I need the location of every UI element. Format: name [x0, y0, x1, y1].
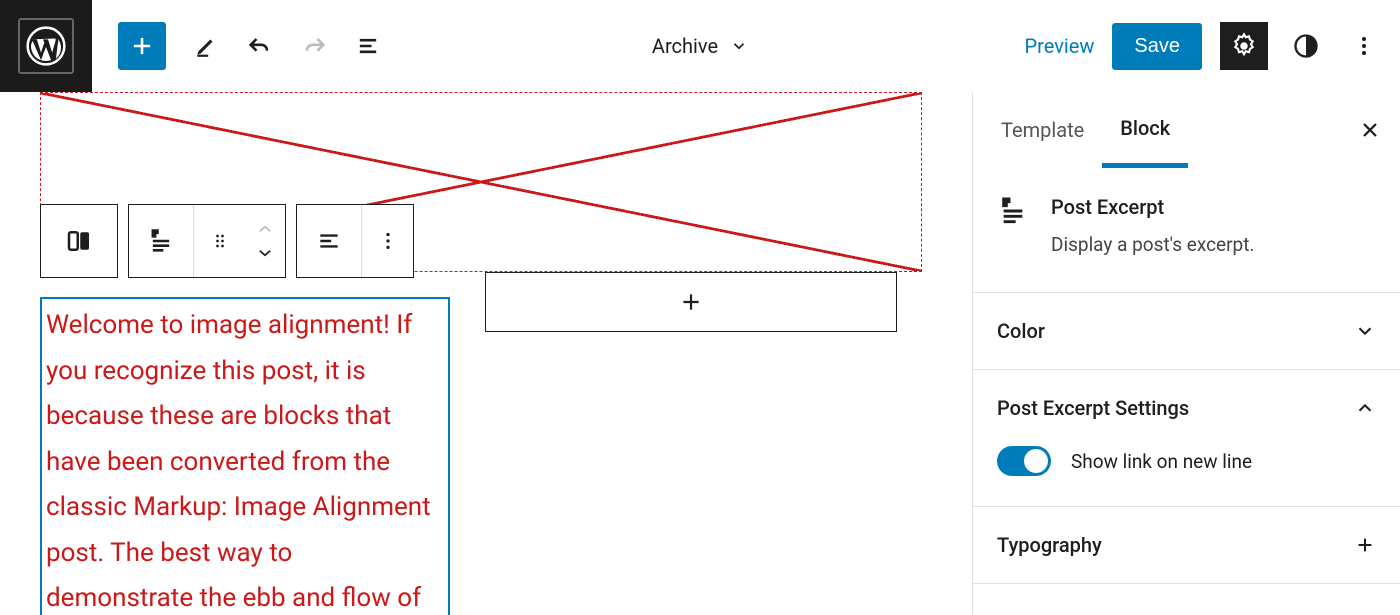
save-button[interactable]: Save — [1112, 23, 1202, 70]
panel-color: Color — [973, 293, 1400, 370]
block-card-description: Display a post's excerpt. — [1051, 233, 1254, 256]
pencil-icon — [193, 33, 219, 59]
gear-icon — [1230, 32, 1258, 60]
header-actions: Preview Save — [1025, 22, 1384, 70]
panel-body-settings: Show link on new line — [973, 446, 1400, 506]
plus-icon — [1354, 534, 1376, 556]
list-view-icon — [354, 32, 382, 60]
panel-settings: Post Excerpt Settings Show link on new l… — [973, 370, 1400, 507]
post-excerpt-block[interactable]: Welcome to image alignment! If you recog… — [40, 297, 450, 615]
block-options-button[interactable] — [361, 205, 413, 277]
toolbar-group-parent — [40, 204, 118, 278]
columns-icon — [64, 226, 94, 256]
contrast-icon — [1292, 32, 1320, 60]
editor-canvas[interactable]: Welcome to image alignment! If you recog… — [0, 92, 972, 615]
editor-main: Welcome to image alignment! If you recog… — [0, 92, 1400, 615]
redo-button[interactable] — [300, 32, 328, 60]
show-link-new-line-row: Show link on new line — [997, 446, 1376, 476]
toolbar-group-block — [128, 204, 286, 278]
block-card-title: Post Excerpt — [1051, 195, 1254, 219]
undo-button[interactable] — [246, 32, 274, 60]
drag-icon — [210, 231, 230, 251]
wordpress-logo[interactable] — [0, 0, 92, 92]
align-left-icon — [316, 228, 342, 254]
panel-typography: Typography — [973, 507, 1400, 584]
column-appender[interactable] — [485, 272, 897, 332]
block-mover — [245, 205, 285, 277]
drag-handle[interactable] — [193, 205, 245, 277]
more-vertical-icon — [1352, 34, 1376, 58]
toggle-label: Show link on new line — [1071, 450, 1252, 473]
block-toolbar — [40, 204, 414, 278]
undo-icon — [246, 32, 274, 60]
document-title: Archive — [652, 34, 718, 58]
more-vertical-icon — [377, 230, 399, 252]
panel-header-settings[interactable]: Post Excerpt Settings — [973, 370, 1400, 446]
chevron-up-icon[interactable] — [256, 223, 274, 235]
panel-header-color[interactable]: Color — [973, 293, 1400, 369]
redo-icon — [300, 32, 328, 60]
plus-icon — [678, 289, 704, 315]
add-block-button[interactable] — [118, 22, 166, 70]
close-sidebar-button[interactable] — [1350, 110, 1390, 150]
editor-tools — [192, 32, 382, 60]
excerpt-text[interactable]: Welcome to image alignment! If you recog… — [46, 303, 444, 615]
list-view-button[interactable] — [354, 32, 382, 60]
wordpress-icon — [26, 26, 66, 66]
editor-header: Archive Preview Save — [0, 0, 1400, 92]
align-button[interactable] — [297, 205, 361, 277]
tab-template[interactable]: Template — [983, 92, 1102, 167]
sidebar-tabs: Template Block — [973, 92, 1400, 167]
chevron-down-icon — [730, 37, 748, 55]
settings-button[interactable] — [1220, 22, 1268, 70]
more-menu-button[interactable] — [1344, 26, 1384, 66]
tab-block[interactable]: Block — [1102, 93, 1188, 168]
chevron-up-icon — [1354, 397, 1376, 419]
chevron-down-icon[interactable] — [256, 247, 274, 259]
styles-button[interactable] — [1286, 26, 1326, 66]
close-icon — [1358, 118, 1382, 142]
chevron-down-icon — [1354, 320, 1376, 342]
plus-icon — [128, 32, 156, 60]
panel-header-typography[interactable]: Typography — [973, 507, 1400, 583]
edit-tool[interactable] — [192, 32, 220, 60]
post-excerpt-icon — [997, 195, 1029, 227]
block-card: Post Excerpt Display a post's excerpt. — [973, 167, 1400, 293]
select-parent-button[interactable] — [41, 205, 117, 277]
settings-sidebar: Template Block Post Excerpt Display a po… — [972, 92, 1400, 615]
toggle-show-link-new-line[interactable] — [997, 446, 1051, 476]
toolbar-group-align — [296, 204, 414, 278]
document-title-dropdown[interactable]: Archive — [652, 34, 748, 58]
block-type-button[interactable] — [129, 205, 193, 277]
post-excerpt-icon — [147, 227, 175, 255]
preview-link[interactable]: Preview — [1025, 34, 1095, 58]
